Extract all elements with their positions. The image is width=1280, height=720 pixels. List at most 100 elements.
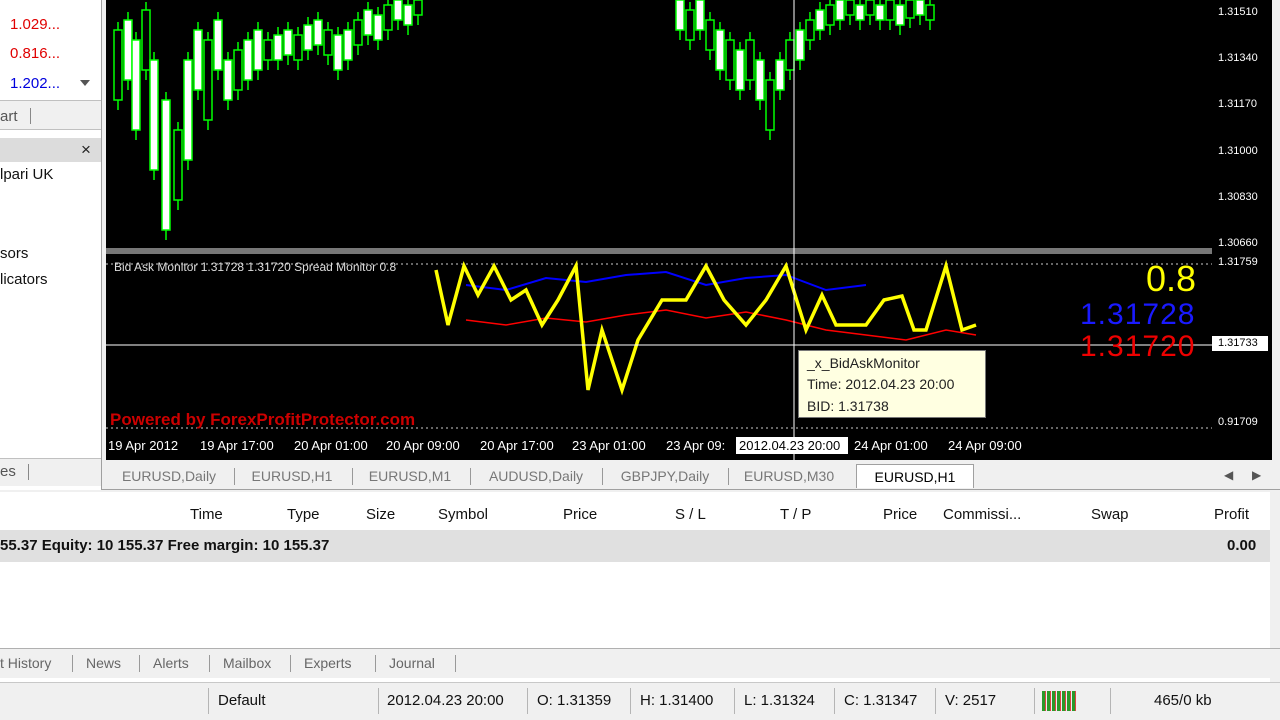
candle-body	[353, 19, 363, 46]
tab-scroll-left-icon[interactable]: ◀	[1224, 468, 1233, 482]
chart-tab[interactable]: EURUSD,Daily	[110, 464, 228, 488]
time-tick: 23 Apr 09:	[666, 438, 726, 453]
navigator-tabs: es	[0, 458, 101, 486]
candle-body	[273, 34, 283, 61]
navigator-indicators[interactable]: licators	[0, 271, 48, 288]
close-icon[interactable]: ×	[81, 140, 91, 160]
column-header-tp[interactable]: T / P	[780, 506, 811, 523]
chart-tab-active[interactable]: EURUSD,H1	[856, 464, 974, 488]
price-axis: 1.31510 1.31340 1.31170 1.31000 1.30830 …	[1212, 0, 1280, 460]
column-header-profit[interactable]: Profit	[1214, 506, 1249, 523]
candle-body	[313, 19, 323, 46]
candle-body	[323, 29, 333, 56]
column-header-type[interactable]: Type	[287, 506, 320, 523]
candle-body	[373, 14, 383, 41]
status-low: L: 1.31324	[744, 692, 815, 709]
candle-body	[805, 19, 815, 41]
status-traffic: 465/0 kb	[1154, 692, 1212, 709]
left-panel: 1.029... 0.816... 1.202... art × lpari U…	[0, 0, 102, 490]
price-chart[interactable]	[106, 0, 1212, 460]
terminal-tab-mailbox[interactable]: Mailbox	[223, 655, 271, 671]
market-watch-value[interactable]: 0.816...	[0, 41, 82, 67]
candle-body	[123, 19, 133, 81]
candle-body	[745, 39, 755, 81]
market-watch-value[interactable]: 1.202...	[0, 71, 82, 97]
status-volume: V: 2517	[945, 692, 997, 709]
terminal-tabs: t History News Alerts Mailbox Experts Jo…	[0, 648, 1280, 678]
status-high: H: 1.31400	[640, 692, 714, 709]
candle-body	[875, 4, 885, 21]
candle-body	[183, 59, 193, 161]
navigator-advisors[interactable]: sors	[0, 245, 28, 262]
chart-tab[interactable]: EURUSD,H1	[242, 464, 342, 488]
chart-tab[interactable]: EURUSD,M30	[734, 464, 844, 488]
chart-canvas[interactable]	[106, 0, 1212, 460]
crosshair-price: 1.31733	[1218, 337, 1258, 349]
time-tick: 20 Apr 17:00	[480, 438, 554, 453]
price-tick: 1.31340	[1218, 52, 1258, 64]
candle-body	[131, 39, 141, 131]
status-profile[interactable]: Default	[218, 692, 266, 709]
indicator-title: Bid Ask Monitor 1.31728 1.31720 Spread M…	[114, 260, 397, 274]
connection-status-icon[interactable]	[1042, 691, 1076, 711]
account-summary-row[interactable]: 55.37 Equity: 10 155.37 Free margin: 10 …	[0, 530, 1270, 562]
chart-tabs: EURUSD,Daily EURUSD,H1 EURUSD,M1 AUDUSD,…	[102, 462, 1280, 490]
column-header-sl[interactable]: S / L	[675, 506, 706, 523]
candle-body	[765, 79, 775, 131]
column-header-swap[interactable]: Swap	[1091, 506, 1129, 523]
column-header-price-current[interactable]: Price	[883, 506, 917, 523]
terminal-tab-account-history[interactable]: t History	[0, 655, 51, 671]
status-bar: Default 2012.04.23 20:00 O: 1.31359 H: 1…	[0, 682, 1280, 720]
time-tick: 24 Apr 01:00	[854, 438, 928, 453]
price-tick: 1.31170	[1218, 98, 1257, 110]
column-header-size[interactable]: Size	[366, 506, 395, 523]
status-datetime: 2012.04.23 20:00	[387, 692, 504, 709]
mt4-window: 1.029... 0.816... 1.202... art × lpari U…	[0, 0, 1280, 720]
time-tick: 19 Apr 17:00	[200, 438, 274, 453]
candle-body	[141, 9, 151, 71]
candle-body	[161, 99, 171, 231]
candle-body	[363, 9, 373, 36]
indicator-tick: 0.91709	[1218, 416, 1258, 428]
time-tick: 23 Apr 01:00	[572, 438, 646, 453]
chart-tab[interactable]: EURUSD,M1	[360, 464, 460, 488]
candle-body	[243, 39, 253, 81]
candle-body	[333, 34, 343, 71]
tab-scroll-right-icon[interactable]: ▶	[1252, 468, 1261, 482]
candle-body	[835, 0, 845, 21]
candle-body	[825, 4, 835, 26]
candle-body	[403, 4, 413, 26]
terminal-tab-alerts[interactable]: Alerts	[153, 655, 189, 671]
candle-body	[675, 0, 685, 31]
navigator-tab-favorites[interactable]: es	[0, 463, 16, 480]
scroll-down-icon[interactable]	[80, 80, 90, 86]
crosshair-time: 2012.04.23 20:00	[739, 438, 841, 453]
tooltip-title: _x_BidAskMonitor	[807, 355, 920, 371]
ask-line	[465, 270, 867, 292]
candle-body	[705, 19, 715, 51]
time-tick: 20 Apr 09:00	[386, 438, 460, 453]
terminal-tab-news[interactable]: News	[86, 655, 121, 671]
candle-body	[735, 49, 745, 91]
market-watch-tab-chart[interactable]: art	[0, 108, 18, 125]
candle-body	[149, 59, 159, 171]
price-tick: 1.30660	[1218, 237, 1258, 249]
candle-body	[715, 29, 725, 71]
price-tick: 1.31000	[1218, 145, 1258, 157]
chart-tab[interactable]: GBPJPY,Daily	[608, 464, 722, 488]
terminal-tab-experts[interactable]: Experts	[304, 655, 351, 671]
candle-body	[203, 39, 213, 121]
column-header-commission[interactable]: Commissi...	[943, 506, 1021, 523]
tooltip-bid: BID: 1.31738	[807, 398, 889, 414]
indicator-tooltip: _x_BidAskMonitor Time: 2012.04.23 20:00 …	[798, 350, 986, 418]
terminal-tab-journal[interactable]: Journal	[389, 655, 435, 671]
candle-body	[263, 39, 273, 61]
column-header-time[interactable]: Time	[190, 506, 223, 523]
navigator-header: ×	[0, 138, 101, 162]
market-watch-tabs: art	[0, 100, 101, 130]
market-watch-value[interactable]: 1.029...	[0, 12, 82, 38]
column-header-price[interactable]: Price	[563, 506, 597, 523]
column-header-symbol[interactable]: Symbol	[438, 506, 488, 523]
chart-tab[interactable]: AUDUSD,Daily	[478, 464, 594, 488]
navigator-account[interactable]: lpari UK	[0, 166, 53, 183]
